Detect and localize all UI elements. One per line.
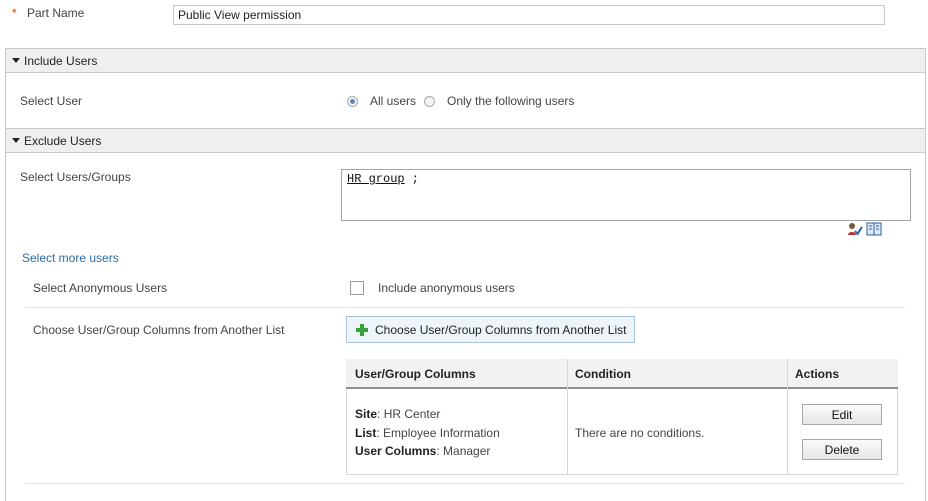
divider	[25, 483, 905, 484]
include-users-title: Include Users	[24, 53, 98, 68]
column-divider	[567, 359, 568, 475]
row-list: List: Employee Information	[355, 426, 500, 440]
choose-columns-button-label: Choose User/Group Columns from Another L…	[375, 322, 627, 337]
row-site: Site: HR Center	[355, 407, 441, 421]
site-value: HR Center	[383, 407, 441, 421]
only-following-users-label[interactable]: Only the following users	[447, 94, 574, 108]
condition-text: There are no conditions.	[575, 426, 705, 440]
exclude-users-header[interactable]: Exclude Users	[5, 128, 926, 153]
header-condition: Condition	[575, 367, 631, 381]
delete-button[interactable]: Delete	[802, 439, 882, 460]
user-columns-key: User Columns	[355, 444, 437, 458]
exclude-users-title: Exclude Users	[24, 133, 102, 148]
select-more-users-link[interactable]: Select more users	[22, 251, 119, 265]
select-users-groups-label: Select Users/Groups	[20, 170, 131, 184]
choose-columns-label: Choose User/Group Columns from Another L…	[33, 323, 285, 337]
user-columns-value: Manager	[443, 444, 491, 458]
include-users-header[interactable]: Include Users	[5, 48, 926, 73]
header-user-group-columns: User/Group Columns	[355, 367, 476, 381]
user-check-icon[interactable]	[847, 222, 863, 236]
row-user-columns: User Columns: Manager	[355, 444, 491, 458]
edit-button[interactable]: Edit	[802, 404, 882, 425]
caret-down-icon	[12, 138, 20, 143]
divider	[25, 307, 905, 308]
list-value: Employee Information	[383, 426, 500, 440]
plus-icon	[356, 323, 368, 336]
include-anonymous-checkbox[interactable]	[350, 281, 364, 295]
include-anonymous-label[interactable]: Include anonymous users	[378, 281, 515, 295]
all-users-label[interactable]: All users	[370, 94, 416, 108]
part-name-input[interactable]	[173, 5, 885, 25]
picker-resolved-entity[interactable]: HR group ;	[347, 172, 419, 186]
select-anonymous-users-label: Select Anonymous Users	[33, 281, 168, 295]
part-name-label: Part Name	[27, 6, 85, 20]
header-actions: Actions	[795, 367, 840, 381]
column-divider	[787, 359, 788, 475]
required-marker: *	[12, 6, 17, 20]
people-picker-input[interactable]	[341, 169, 911, 221]
caret-down-icon	[12, 58, 20, 63]
only-following-users-radio[interactable]	[424, 96, 435, 107]
address-book-icon[interactable]	[866, 222, 882, 236]
list-key: List	[355, 426, 377, 440]
select-user-label: Select User	[20, 94, 83, 108]
choose-columns-button[interactable]: Choose User/Group Columns from Another L…	[346, 316, 635, 343]
all-users-radio[interactable]	[347, 96, 358, 107]
site-key: Site	[355, 407, 378, 421]
picker-entity-name[interactable]: HR group	[347, 172, 405, 186]
picker-separator: ;	[404, 172, 420, 186]
